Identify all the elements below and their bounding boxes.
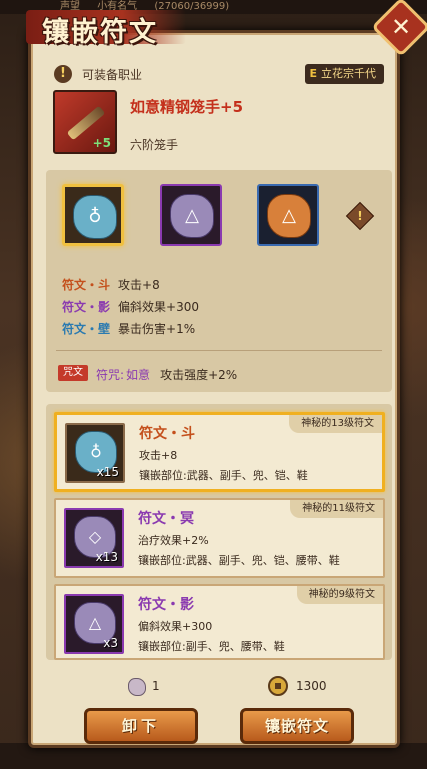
- class-name: 立花宗千代: [321, 67, 376, 80]
- rune-stone-orange-icon: △: [267, 194, 311, 238]
- rune-stone-purple-icon: △: [170, 194, 214, 238]
- spell-effect: 攻击强度+2%: [160, 368, 238, 382]
- rune-slots: 镶嵌部位:武器、副手、兜、铠、腰带、鞋: [138, 554, 340, 567]
- page-title: 镶嵌符文: [42, 17, 158, 48]
- rune-tag: 神秘的11级符文: [290, 500, 383, 518]
- rune-name: 符文・冥: [138, 511, 194, 527]
- rune-count: x13: [95, 550, 118, 564]
- item-level-badge: +5: [92, 136, 111, 150]
- coin-icon: [268, 676, 288, 696]
- stat-name: 符文・影: [62, 300, 111, 314]
- title-banner: 镶嵌符文: [26, 4, 196, 48]
- close-icon: ✕: [390, 12, 412, 41]
- divider: [56, 350, 382, 351]
- rune-thumb: ◇ x13: [64, 508, 124, 568]
- stat-name: 符文・斗: [62, 278, 111, 292]
- rune-card[interactable]: ♁ x15 符文・斗 神秘的13级符文 攻击+8 镶嵌部位:武器、副手、兜、铠、鞋: [54, 412, 385, 492]
- class-letter: E: [309, 67, 317, 80]
- spell-line: 符咒: 如意 攻击强度+2%: [96, 366, 237, 383]
- rune-effect: 治疗效果+2%: [138, 534, 209, 547]
- rune-name: 符文・斗: [139, 426, 195, 442]
- stat-effect: 暴击伤害+1%: [118, 322, 196, 336]
- socket-stat-3: 符文・壁 暴击伤害+1%: [62, 320, 195, 337]
- rune-count: x15: [96, 465, 119, 479]
- rune-effect: 偏斜效果+300: [138, 620, 213, 633]
- stat-effect: 偏斜效果+300: [118, 300, 199, 314]
- rune-name: 符文・影: [138, 597, 194, 613]
- rune-thumb: △ x3: [64, 594, 124, 654]
- rune-effect: 攻击+8: [139, 449, 178, 462]
- rune-tag: 神秘的9级符文: [296, 586, 383, 604]
- stone-count: 1: [152, 679, 160, 693]
- rune-card[interactable]: ◇ x13 符文・冥 神秘的11级符文 治疗效果+2% 镶嵌部位:武器、副手、兜、…: [54, 498, 385, 578]
- class-header: ! 可装备职业 E 立花宗千代: [54, 64, 384, 86]
- unload-button[interactable]: 卸下: [84, 708, 198, 744]
- rune-count: x3: [103, 636, 118, 650]
- item-subtype: 六阶笼手: [130, 138, 179, 152]
- rune-slots: 镶嵌部位:武器、副手、兜、铠、鞋: [139, 469, 308, 482]
- socket-stat-2: 符文・影 偏斜效果+300: [62, 298, 199, 315]
- class-label: 可装备职业: [82, 68, 143, 82]
- spell-label: 符咒:: [96, 368, 125, 382]
- item-name: 如意精钢笼手+5: [130, 98, 244, 116]
- stone-icon: [128, 678, 146, 696]
- stat-effect: 攻击+8: [118, 278, 160, 292]
- rune-slots: 镶嵌部位:副手、兜、腰带、鞋: [138, 640, 285, 653]
- class-tag: E 立花宗千代: [305, 64, 384, 84]
- spell-stamp: 咒文: [58, 365, 88, 381]
- rune-thumb: ♁ x15: [65, 423, 125, 483]
- socket-1[interactable]: ♁: [62, 184, 124, 246]
- socket-3[interactable]: △: [257, 184, 319, 246]
- spell-name: 如意: [126, 368, 151, 382]
- alert-icon: !: [54, 65, 72, 83]
- socket-2[interactable]: △: [160, 184, 222, 246]
- embed-rune-button[interactable]: 镶嵌符文: [240, 708, 354, 744]
- stat-name: 符文・壁: [62, 322, 111, 336]
- rune-tag: 神秘的13级符文: [289, 415, 382, 433]
- coin-count: 1300: [296, 679, 327, 693]
- rune-stone-blue-icon: ♁: [73, 195, 117, 239]
- item-icon[interactable]: +5: [53, 90, 117, 154]
- rune-card[interactable]: △ x3 符文・影 神秘的9级符文 偏斜效果+300 镶嵌部位:副手、兜、腰带、鞋: [54, 584, 385, 660]
- socket-stat-1: 符文・斗 攻击+8: [62, 276, 160, 293]
